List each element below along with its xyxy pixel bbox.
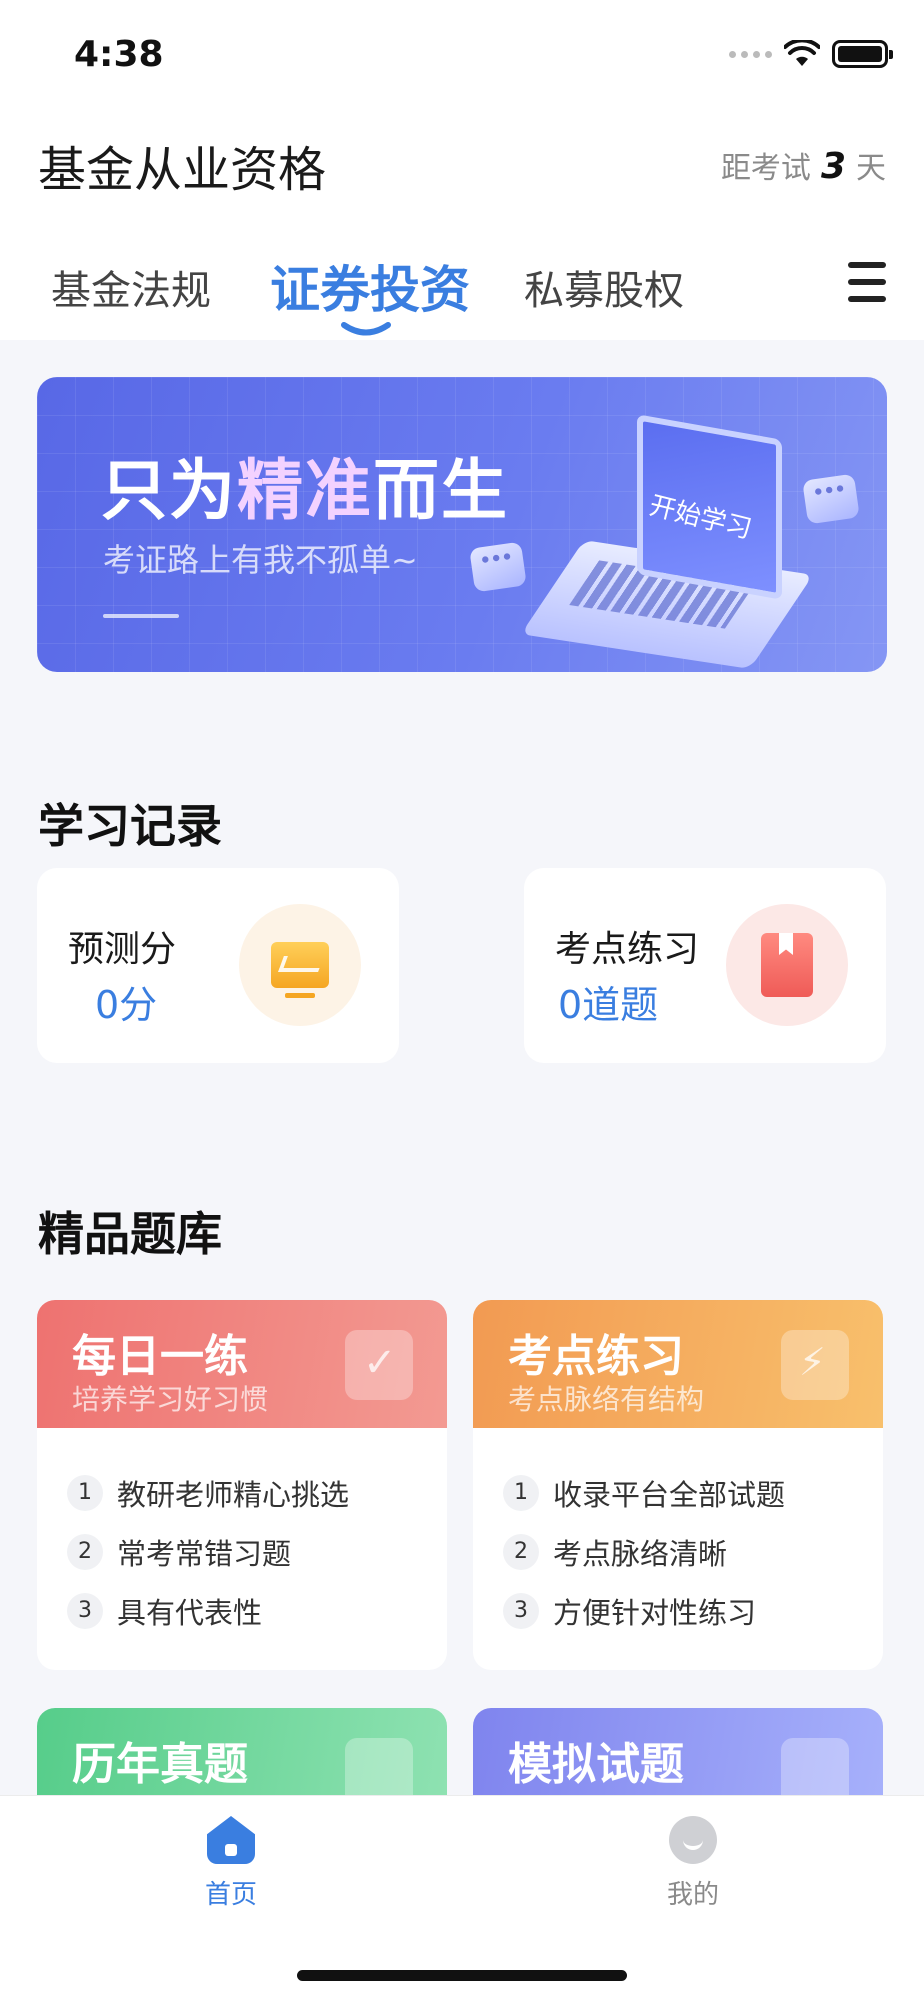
item-text: 具有代表性 — [117, 1595, 263, 1630]
point-practice-subtitle: 考点脉络有结构 — [508, 1383, 705, 1416]
book-icon — [761, 933, 813, 997]
item-text: 考点脉络清晰 — [553, 1536, 728, 1571]
predicted-score-label: 预测分 — [68, 929, 177, 970]
chat-bubble-icon — [802, 473, 860, 525]
banner-divider — [103, 614, 179, 618]
exam-countdown: 距考试 3 天 — [721, 143, 886, 187]
point-practice-record-label: 考点练习 — [555, 929, 700, 970]
mock-exams-header: 模拟试题 — [473, 1708, 883, 1798]
tab-securities-investment[interactable]: 证券投资 — [270, 250, 470, 322]
banner-title-part1: 只为 — [101, 452, 237, 529]
item-number: 2 — [503, 1533, 539, 1570]
item-text: 教研老师精心挑选 — [117, 1477, 350, 1512]
active-tab-indicator — [341, 322, 391, 336]
point-practice-title: 考点练习 — [508, 1331, 684, 1382]
exam-countdown-suffix: 天 — [856, 151, 886, 186]
daily-practice-subtitle: 培养学习好习惯 — [72, 1383, 269, 1416]
predicted-score-value: 0分 — [95, 983, 158, 1027]
chart-icon-circle — [239, 904, 361, 1026]
wifi-icon — [784, 40, 820, 66]
document-icon — [345, 1738, 413, 1798]
tab-private-equity[interactable]: 私募股权 — [524, 258, 684, 316]
nav-home[interactable]: 首页 — [171, 1816, 291, 1911]
item-text: 方便针对性练习 — [553, 1595, 757, 1630]
nav-home-label: 首页 — [204, 1880, 257, 1910]
banner-title-highlight: 精准 — [237, 452, 373, 529]
list-item: 1 收录平台全部试题 — [503, 1463, 853, 1522]
app-title[interactable]: 基金从业资格 — [38, 130, 326, 200]
nav-me-label: 我的 — [666, 1880, 719, 1910]
item-number: 2 — [67, 1533, 103, 1570]
item-number: 1 — [67, 1474, 103, 1511]
chat-bubble-icon — [469, 541, 527, 593]
mock-exams-card[interactable]: 模拟试题 — [473, 1708, 883, 1798]
point-practice-header: 考点练习 考点脉络有结构 — [473, 1300, 883, 1428]
point-practice-features: 1 收录平台全部试题 2 考点脉络清晰 3 方便针对性练习 — [473, 1428, 883, 1640]
subject-tabs: 基金法规 证券投资 私募股权 — [0, 250, 924, 340]
item-text: 收录平台全部试题 — [553, 1477, 786, 1512]
mock-exams-title: 模拟试题 — [508, 1739, 684, 1790]
profile-icon — [669, 1816, 717, 1864]
battery-icon — [832, 40, 893, 68]
study-record-title: 学习记录 — [38, 799, 222, 853]
bookmark-icon — [781, 1738, 849, 1798]
home-indicator[interactable] — [297, 1970, 627, 1981]
item-text: 常考常错习题 — [117, 1536, 292, 1571]
question-bank-title: 精品题库 — [38, 1207, 222, 1261]
chart-icon — [271, 942, 329, 998]
daily-practice-card[interactable]: 每日一练 培养学习好习惯 1 教研老师精心挑选 2 常考常错习题 3 具有代表性 — [37, 1300, 447, 1670]
item-number: 3 — [67, 1592, 103, 1629]
list-item: 2 常考常错习题 — [67, 1522, 417, 1581]
banner-subtitle: 考证路上有我不孤单~ — [103, 541, 418, 579]
home-icon — [207, 1816, 255, 1864]
exam-countdown-days: 3 — [820, 146, 846, 187]
banner-title: 只为精准而生 — [101, 437, 509, 533]
list-item: 1 教研老师精心挑选 — [67, 1463, 417, 1522]
daily-practice-title: 每日一练 — [72, 1331, 248, 1382]
list-item: 2 考点脉络清晰 — [503, 1522, 853, 1581]
bolt-folder-icon — [781, 1330, 849, 1400]
menu-icon[interactable] — [848, 262, 886, 302]
calendar-check-icon — [345, 1330, 413, 1400]
point-practice-card[interactable]: 考点练习 考点脉络有结构 1 收录平台全部试题 2 考点脉络清晰 3 方便针对性练习 — [473, 1300, 883, 1670]
past-exams-header: 历年真题 — [37, 1708, 447, 1798]
status-time: 4:38 — [74, 34, 164, 75]
tab-fund-law[interactable]: 基金法规 — [51, 258, 211, 316]
promo-banner[interactable]: 只为精准而生 考证路上有我不孤单~ 开始学习 — [37, 377, 887, 672]
list-item: 3 具有代表性 — [67, 1581, 417, 1640]
banner-title-part2: 而生 — [373, 452, 509, 529]
daily-practice-header: 每日一练 培养学习好习惯 — [37, 1300, 447, 1428]
signal-icon — [729, 50, 772, 58]
past-exams-card[interactable]: 历年真题 — [37, 1708, 447, 1798]
exam-countdown-prefix: 距考试 — [720, 151, 811, 186]
point-practice-record-value: 0道题 — [558, 983, 659, 1027]
point-practice-record-card[interactable]: 考点练习 0道题 — [524, 868, 886, 1063]
list-item: 3 方便针对性练习 — [503, 1581, 853, 1640]
predicted-score-card[interactable]: 预测分 0分 — [37, 868, 399, 1063]
item-number: 3 — [503, 1592, 539, 1629]
status-icons — [729, 40, 893, 68]
past-exams-title: 历年真题 — [72, 1739, 248, 1790]
item-number: 1 — [503, 1474, 539, 1511]
book-icon-circle — [726, 904, 848, 1026]
top-header-area: 4:38 基金从业资格 距考试 3 天 基金法规 证券投资 私募股权 — [0, 0, 924, 340]
daily-practice-features: 1 教研老师精心挑选 2 常考常错习题 3 具有代表性 — [37, 1428, 447, 1640]
nav-me[interactable]: 我的 — [633, 1816, 753, 1911]
